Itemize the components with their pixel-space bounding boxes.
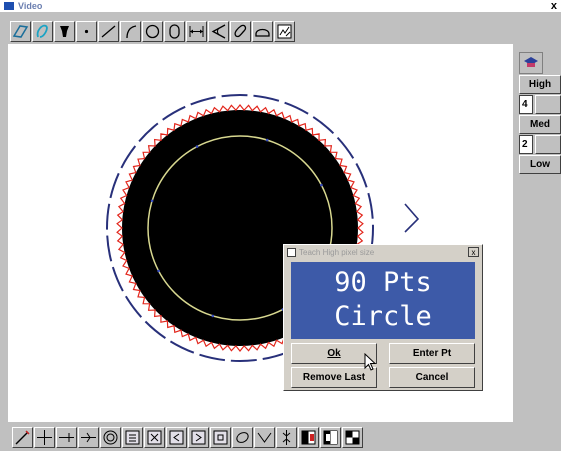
measure-toolbar: [10, 21, 296, 43]
ok-label: Ok: [327, 348, 341, 359]
trace-icon[interactable]: [10, 21, 31, 42]
slot-icon[interactable]: [164, 21, 185, 42]
display-line-2: Circle: [334, 301, 432, 332]
teach-icon[interactable]: [519, 52, 543, 74]
contour-icon[interactable]: [230, 21, 251, 42]
point-icon[interactable]: [76, 21, 97, 42]
checker-icon[interactable]: [342, 427, 363, 448]
line-icon[interactable]: [98, 21, 119, 42]
teach-dialog: Teach High pixel size x 90 Pts Circle Ok…: [283, 244, 483, 391]
dialog-title: Teach High pixel size: [299, 247, 375, 257]
fit-marker: [157, 269, 160, 273]
dialog-close-button[interactable]: x: [468, 247, 479, 257]
close-button[interactable]: x: [551, 0, 557, 12]
mouse-cursor-icon: [364, 353, 377, 371]
freehand-icon[interactable]: [32, 21, 53, 42]
edge-left-icon[interactable]: [56, 427, 77, 448]
cancel-button[interactable]: Cancel: [389, 367, 475, 388]
high-value-row: 4: [519, 95, 561, 114]
fit-marker: [150, 199, 154, 203]
crosshair-icon[interactable]: [34, 427, 55, 448]
remove-last-label: Remove Last: [302, 372, 366, 383]
contrast-a-icon[interactable]: [298, 427, 319, 448]
box-c-icon[interactable]: [166, 427, 187, 448]
dialog-title-bar: Teach High pixel size x: [284, 245, 482, 259]
title-bar: Video x: [0, 0, 561, 12]
med-button[interactable]: Med: [519, 115, 561, 134]
high-value-spinner[interactable]: [535, 95, 561, 114]
fit-marker: [320, 183, 323, 187]
image-toolbar: [12, 427, 364, 449]
box-b-icon[interactable]: [144, 427, 165, 448]
arc-segment-icon[interactable]: [252, 21, 273, 42]
low-button[interactable]: Low: [519, 155, 561, 174]
window-icon: [4, 2, 14, 10]
wand-icon[interactable]: [12, 427, 33, 448]
target-icon[interactable]: [100, 427, 121, 448]
ellipse-icon[interactable]: [232, 427, 253, 448]
box-a-icon[interactable]: [122, 427, 143, 448]
med-value-spinner[interactable]: [535, 135, 561, 154]
point-count-display: 90 Pts Circle: [291, 262, 475, 339]
enter-pt-button[interactable]: Enter Pt: [389, 343, 475, 364]
vee-icon[interactable]: [254, 427, 275, 448]
chart-icon[interactable]: [274, 21, 295, 42]
fit-marker: [265, 138, 269, 142]
light-panel: High 4 Med 2 Low: [519, 52, 561, 174]
high-value-field[interactable]: 4: [519, 95, 533, 114]
fit-marker: [211, 314, 215, 318]
angle-icon[interactable]: [208, 21, 229, 42]
med-value-field[interactable]: 2: [519, 135, 533, 154]
enter-pt-label: Enter Pt: [412, 348, 452, 359]
cancel-label: Cancel: [415, 372, 449, 383]
circle-icon[interactable]: [142, 21, 163, 42]
arc-icon[interactable]: [120, 21, 141, 42]
box-e-icon[interactable]: [210, 427, 231, 448]
edge-right-icon[interactable]: [78, 427, 99, 448]
fit-marker: [195, 145, 199, 148]
box-d-icon[interactable]: [188, 427, 209, 448]
high-button[interactable]: High: [519, 75, 561, 94]
display-line-1: 90 Pts: [334, 267, 432, 298]
med-value-row: 2: [519, 135, 561, 154]
distance-icon[interactable]: [186, 21, 207, 42]
contrast-b-icon[interactable]: [320, 427, 341, 448]
dialog-icon: [287, 247, 296, 257]
probe-icon[interactable]: [54, 21, 75, 42]
focus-icon[interactable]: [276, 427, 297, 448]
edge-arrow-icon: [404, 203, 420, 233]
window-title: Video: [18, 1, 43, 11]
